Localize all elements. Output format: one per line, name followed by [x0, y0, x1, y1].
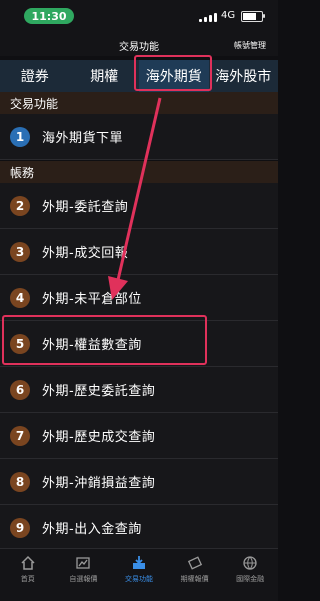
nav-label: 交易功能 [124, 575, 153, 583]
globe-icon [243, 556, 257, 570]
nav-label: 期權報價 [180, 575, 209, 583]
bottom-nav: 首頁 自選報價 交易功能 期權報價 國際金融 [0, 548, 278, 601]
nav-watchlist[interactable]: 自選報價 [56, 549, 112, 601]
futures-quote-icon [187, 556, 202, 570]
nav-label: 自選報價 [69, 575, 98, 583]
nav-label: 國際金融 [236, 575, 265, 583]
nav-global-finance[interactable]: 國際金融 [222, 549, 278, 601]
nav-home[interactable]: 首頁 [0, 549, 56, 601]
nav-futures-quote[interactable]: 期權報價 [167, 549, 223, 601]
nav-label: 首頁 [20, 575, 35, 583]
stock-quote-icon [76, 557, 91, 569]
nav-trade[interactable]: 交易功能 [111, 549, 167, 601]
home-icon [21, 555, 35, 570]
trade-icon [132, 556, 145, 569]
annotation-arrow-icon [108, 97, 162, 300]
